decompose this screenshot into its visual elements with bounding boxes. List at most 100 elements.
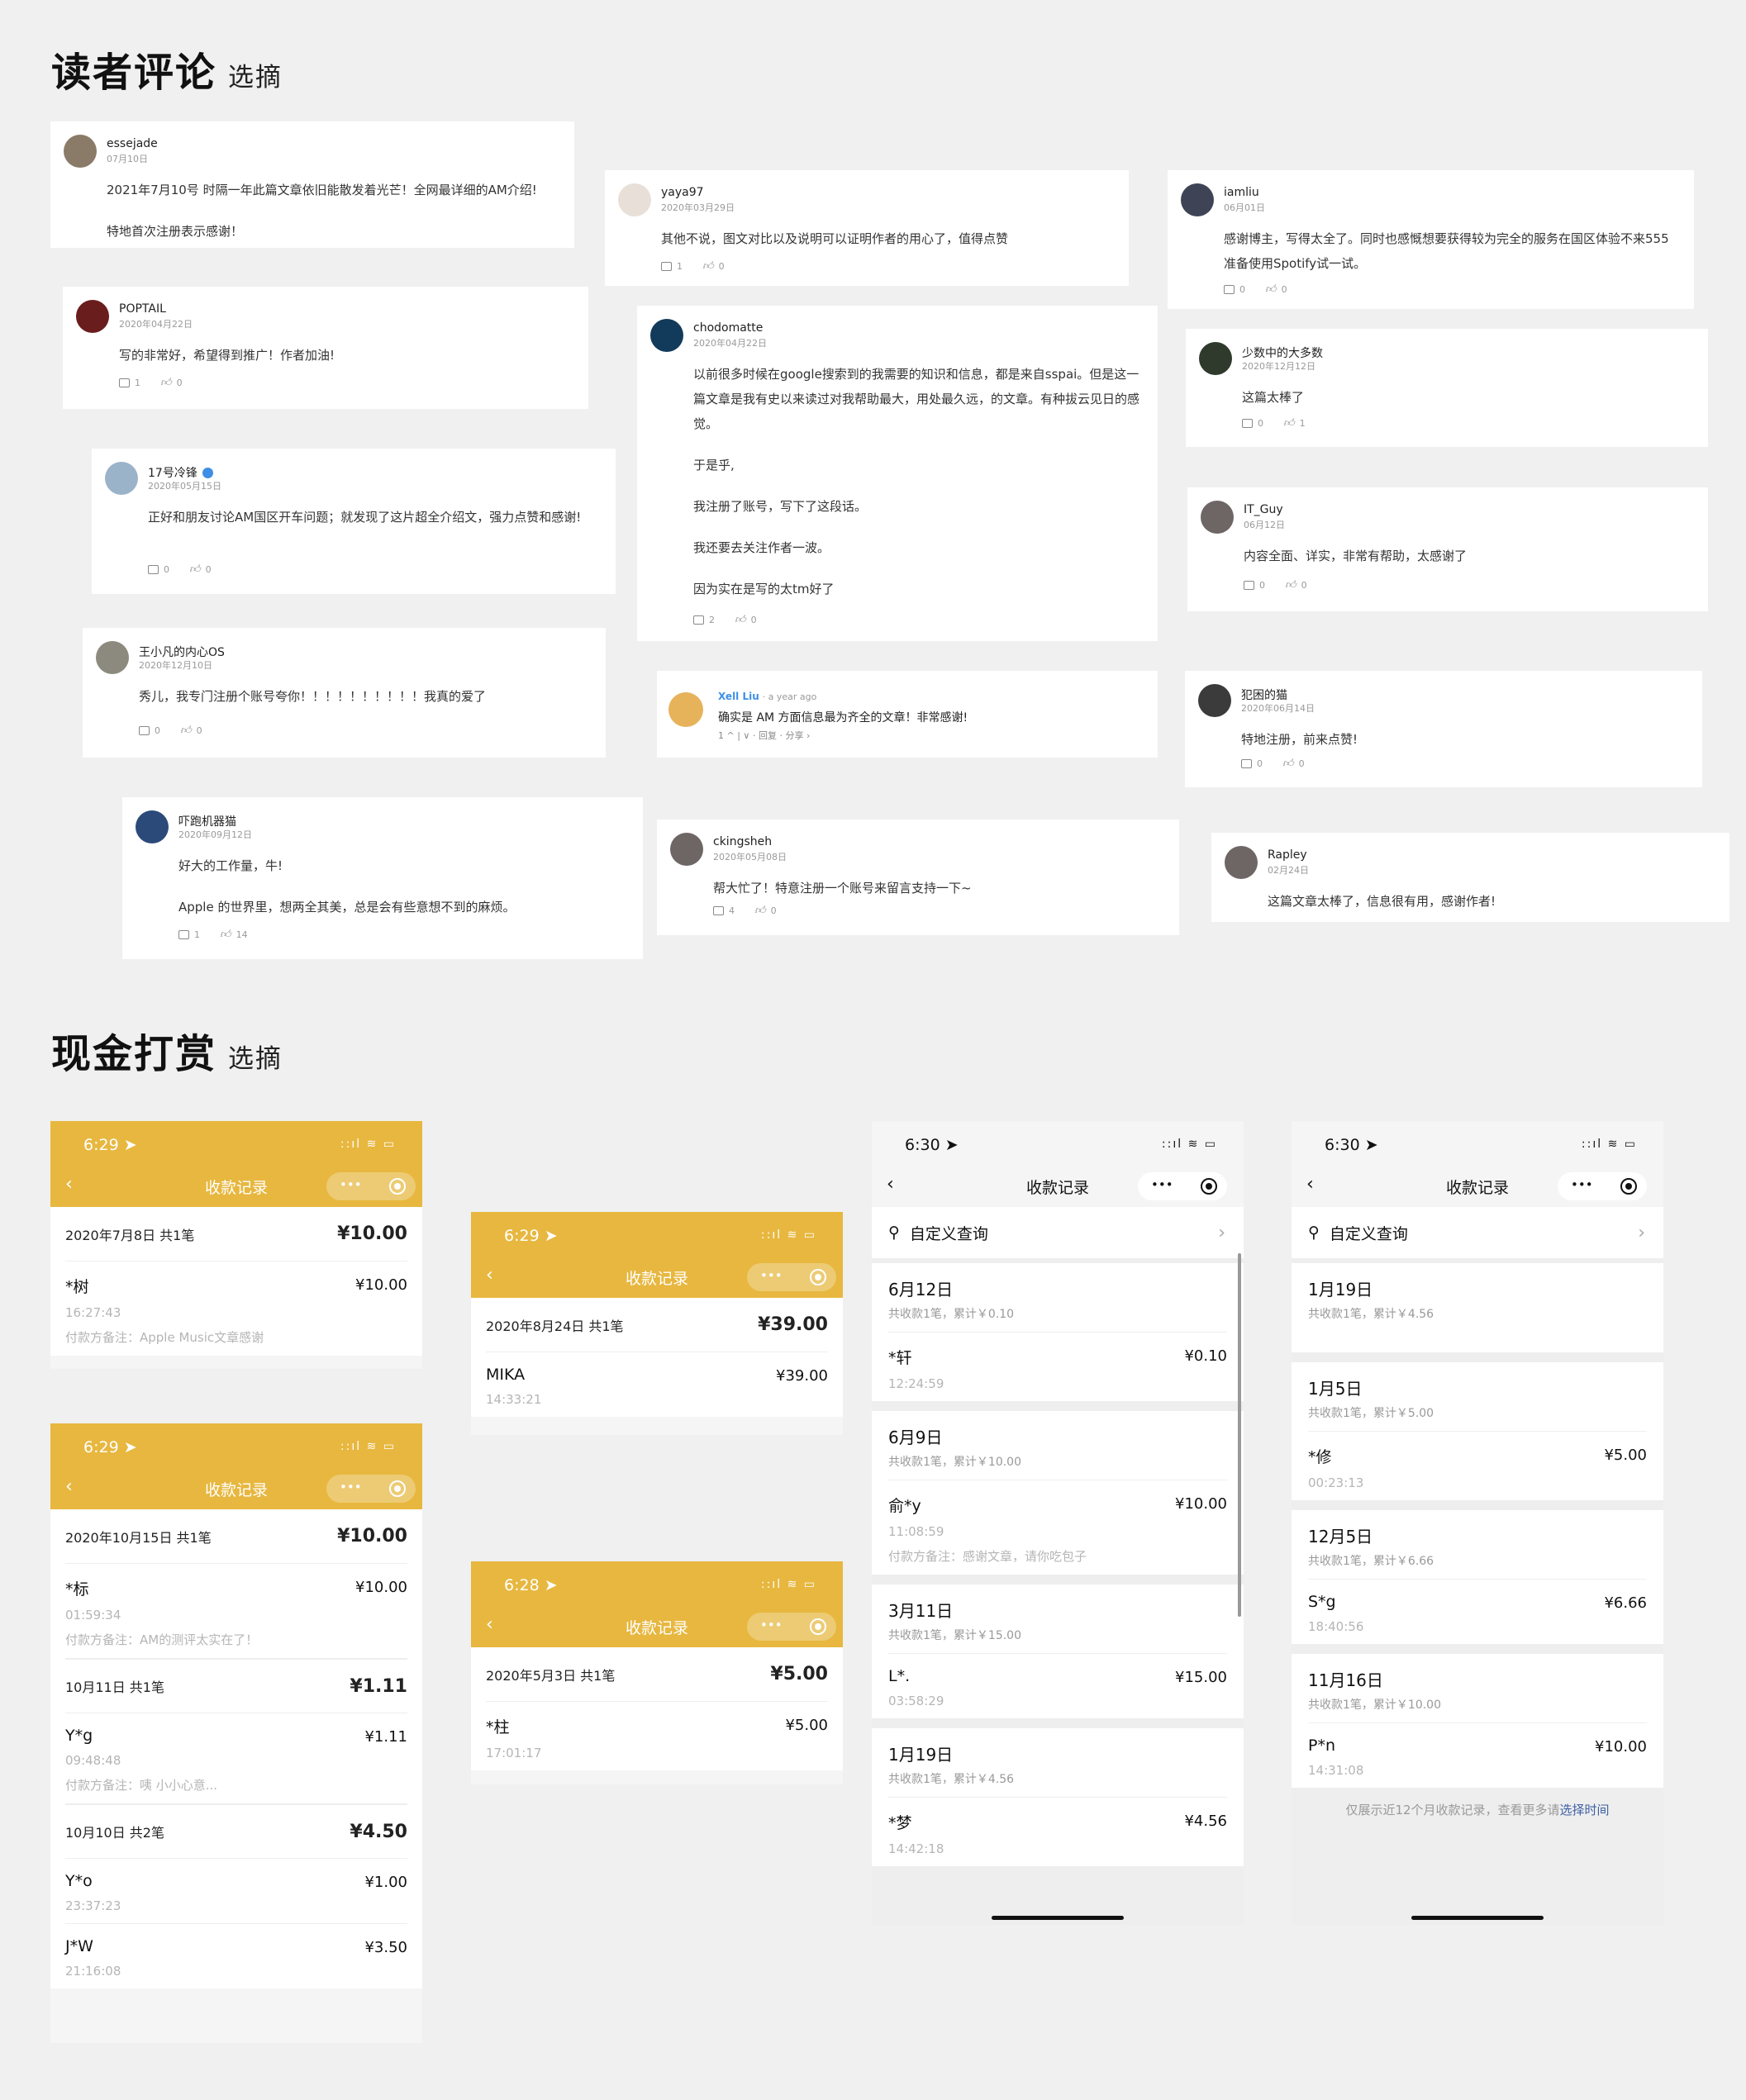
mini-program-capsule[interactable]: ••• (326, 1475, 416, 1503)
record-row[interactable]: *梦 ¥4.56 14:42:18 (888, 1798, 1227, 1866)
reply-button[interactable]: 0 (1241, 758, 1263, 769)
record-group: 2020年8月24日 共1笔 ¥39.00 MIKA ¥39.00 14:33:21 (471, 1298, 843, 1417)
like-button[interactable]: 👍︎ 1 (1283, 418, 1306, 429)
date-group: 6月9日 共收款1笔，累计￥10.00 俞*y ¥10.00 11:08:59 付款方备注… (872, 1411, 1244, 1575)
comment-username[interactable]: Rapley (1268, 848, 1307, 862)
comment-icon (139, 726, 150, 735)
like-button[interactable]: 👍︎ 0 (1282, 758, 1305, 769)
mini-program-capsule[interactable]: ••• (326, 1172, 416, 1200)
comment-username[interactable]: 犯困的猫 (1241, 687, 1287, 703)
avatar[interactable] (76, 300, 109, 333)
comment-date: 2020年06月14日 (1241, 703, 1315, 714)
more-icon[interactable]: ••• (760, 1618, 783, 1632)
avatar[interactable] (136, 810, 169, 843)
comment-username[interactable]: IT_Guy (1244, 503, 1283, 516)
comment-username[interactable]: POPTAIL (119, 302, 166, 316)
close-target-icon[interactable] (810, 1618, 826, 1635)
close-target-icon[interactable] (1620, 1178, 1637, 1195)
reply-button[interactable]: 4 (713, 905, 735, 916)
more-icon[interactable]: ••• (340, 1480, 362, 1494)
record-row[interactable]: S*g ¥6.66 18:40:56 (1308, 1580, 1647, 1644)
footer-note: 仅展示近12个月收款记录，查看更多请选择时间 (1345, 1803, 1610, 1817)
comment-icon (148, 565, 159, 574)
like-button[interactable]: 👍︎ 14 (220, 929, 248, 940)
comment-username[interactable]: chodomatte (693, 321, 763, 335)
day-header: 2020年8月24日 共1笔 ¥39.00 (486, 1298, 828, 1352)
comment-username[interactable]: essejade (107, 137, 158, 150)
comment-username[interactable]: Xell Liu (718, 691, 759, 702)
like-button[interactable]: 👍︎ 0 (180, 725, 202, 736)
comment-icon (1242, 419, 1253, 428)
like-button[interactable]: 👍︎ 0 (754, 905, 777, 916)
avatar[interactable] (1181, 183, 1214, 216)
comment-username[interactable]: 王小凡的内心OS (139, 644, 225, 660)
comment-card: Rapley 02月24日 这篇文章太棒了，信息很有用，感谢作者! (1211, 833, 1729, 922)
comment-username[interactable]: iamliu (1224, 186, 1259, 199)
thumbs-up-icon: 👍︎ (180, 725, 192, 737)
more-icon[interactable]: ••• (340, 1177, 362, 1192)
comment-username[interactable]: ckingsheh (713, 835, 772, 848)
avatar[interactable] (670, 833, 703, 866)
custom-query-row[interactable]: ⚲ 自定义查询 › (1292, 1207, 1663, 1258)
record-row[interactable]: *树 ¥10.00 16:27:43 付款方备注：Apple Music文章感谢 (65, 1261, 407, 1356)
record-row[interactable]: *修 ¥5.00 00:23:13 (1308, 1432, 1647, 1500)
close-target-icon[interactable] (1201, 1178, 1217, 1195)
reply-button[interactable]: 0 (148, 564, 169, 575)
avatar[interactable] (1201, 501, 1234, 534)
avatar[interactable] (1225, 846, 1258, 879)
like-button[interactable]: 👍︎ 0 (702, 261, 725, 272)
like-button[interactable]: 👍︎ 0 (160, 378, 183, 388)
reply-button[interactable]: 2 (693, 615, 715, 625)
avatar[interactable] (64, 135, 97, 168)
like-button[interactable]: 👍︎ 0 (735, 615, 757, 625)
record-row[interactable]: MIKA ¥39.00 14:33:21 (486, 1352, 828, 1417)
close-target-icon[interactable] (389, 1480, 406, 1497)
record-row[interactable]: *轩 ¥0.10 12:24:59 (888, 1333, 1227, 1401)
reply-button[interactable]: 1 (178, 929, 200, 940)
mini-program-capsule[interactable]: ••• (747, 1613, 836, 1641)
close-target-icon[interactable] (810, 1269, 826, 1285)
avatar[interactable] (668, 692, 703, 727)
more-icon[interactable]: ••• (1571, 1177, 1593, 1192)
comment-username[interactable]: 17号冷锋 (148, 464, 213, 481)
comment-username[interactable]: yaya97 (661, 186, 704, 199)
like-button[interactable]: 👍︎ 0 (189, 564, 212, 575)
record-row[interactable]: L*. ¥15.00 03:58:29 (888, 1654, 1227, 1718)
record-row[interactable]: *柱 ¥5.00 17:01:17 (486, 1702, 828, 1770)
record-row[interactable]: J*W ¥3.50 21:16:08 (65, 1924, 407, 1988)
avatar[interactable] (1199, 342, 1232, 375)
record-row[interactable]: *标 ¥10.00 01:59:34 付款方备注：AM的测评太实在了！ (65, 1564, 407, 1659)
more-icon[interactable]: ••• (1151, 1177, 1173, 1192)
select-time-link[interactable]: 选择时间 (1560, 1803, 1610, 1817)
like-button[interactable]: 👍︎ 0 (1285, 580, 1307, 591)
mini-program-capsule[interactable]: ••• (747, 1263, 836, 1291)
record-row[interactable]: Y*g ¥1.11 09:48:48 付款方备注：咦 小小心意... (65, 1713, 407, 1804)
reply-button[interactable]: 0 (1244, 580, 1265, 591)
record-row[interactable]: P*n ¥10.00 14:31:08 (1308, 1723, 1647, 1788)
mini-program-capsule[interactable]: ••• (1138, 1172, 1227, 1200)
reply-button[interactable]: 1 (661, 261, 683, 272)
avatar[interactable] (618, 183, 651, 216)
avatar[interactable] (105, 462, 138, 495)
reply-button[interactable]: 0 (1224, 284, 1245, 295)
reply-button[interactable]: 0 (1242, 418, 1263, 429)
like-button[interactable]: 👍︎ 0 (1265, 284, 1287, 295)
record-row[interactable]: 俞*y ¥10.00 11:08:59 付款方备注：感谢文章，请你吃包子 (888, 1480, 1227, 1575)
comment-username[interactable]: 吓跑机器猫 (178, 813, 236, 829)
avatar[interactable] (96, 641, 129, 674)
comment-vote-reply-share[interactable]: 1 ^ | ∨ · 回复 · 分享 › (718, 729, 810, 742)
mini-program-capsule[interactable]: ••• (1558, 1172, 1647, 1200)
comment-username[interactable]: 少数中的大多数 (1242, 344, 1323, 361)
scrollbar[interactable] (1238, 1253, 1241, 1617)
record-row[interactable]: Y*o ¥1.00 23:37:23 (65, 1859, 407, 1924)
date-group: 6月12日 共收款1笔，累计￥0.10 *轩 ¥0.10 12:24:59 (872, 1263, 1244, 1401)
avatar[interactable] (650, 319, 683, 352)
date-group: 3月11日 共收款1笔，累计￥15.00 L*. ¥15.00 03:58:29 (872, 1585, 1244, 1718)
comment-date: 06月12日 (1244, 520, 1285, 530)
avatar[interactable] (1198, 684, 1231, 717)
close-target-icon[interactable] (389, 1178, 406, 1195)
custom-query-row[interactable]: ⚲ 自定义查询 › (872, 1207, 1244, 1258)
more-icon[interactable]: ••• (760, 1268, 783, 1283)
reply-button[interactable]: 0 (139, 725, 160, 736)
reply-button[interactable]: 1 (119, 378, 140, 388)
